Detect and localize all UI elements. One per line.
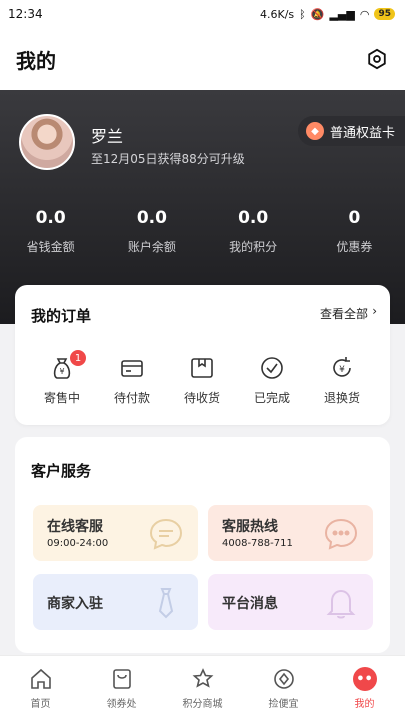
tab-label: 积分商城 (182, 699, 223, 710)
signal-icon: ▂▄▆ (329, 7, 355, 21)
status-time: 12:34 (8, 7, 43, 21)
stat-value: 0.0 (238, 208, 269, 228)
bell-icon (326, 589, 356, 619)
bottom-tab-bar: 首页 领券处 积分商城 捡便宜 •• 我的 (0, 655, 405, 720)
me-icon: •• (352, 667, 377, 691)
tie-icon (158, 588, 174, 619)
order-pending-receipt[interactable]: 待收货 (167, 355, 237, 406)
stat-label: 账户余额 (127, 240, 176, 254)
order-count-badge: 1 (70, 350, 86, 366)
wallet-icon (121, 360, 143, 377)
coupon-bag-icon (112, 669, 131, 689)
tab-coupons[interactable]: 领券处 (81, 656, 162, 720)
tab-points-mall[interactable]: 积分商城 (162, 656, 243, 720)
online-service-button[interactable]: 在线客服 09:00-24:00 (33, 505, 198, 561)
stat-value: 0.0 (35, 208, 66, 228)
wifi-icon: ◠ (359, 7, 370, 21)
stat-label: 省钱金额 (26, 240, 75, 254)
order-label: 待收货 (183, 391, 220, 405)
upgrade-tip: 至12月05日获得88分可升级 (91, 152, 245, 166)
tab-me[interactable]: •• 我的 (324, 656, 405, 720)
orders-card: 我的订单 查看全部 › ¥ 1 寄售中 待付款 待收货 已完成 ¥ 退换货 (15, 285, 390, 425)
chat-icon (149, 518, 183, 550)
stat-label: 优惠券 (336, 240, 373, 254)
merchant-join-button[interactable]: 商家入驻 (33, 574, 198, 630)
order-label: 退换货 (323, 391, 360, 405)
order-consigning[interactable]: ¥ 1 寄售中 (27, 350, 97, 406)
stat-label: 我的积分 (229, 240, 278, 254)
tab-label: 领券处 (106, 699, 137, 710)
tab-home[interactable]: 首页 (0, 656, 81, 720)
page-title: 我的 (16, 48, 56, 73)
customer-service-card: 客户服务 在线客服 09:00-24:00 客服热线 4008-788-711 … (15, 437, 390, 653)
stats-row: 0.0 省钱金额 0.0 账户余额 0.0 我的积分 0 优惠券 (0, 208, 405, 255)
order-label: 已完成 (253, 391, 290, 405)
stat-coupons[interactable]: 0 优惠券 (304, 208, 405, 255)
order-status-row: ¥ 1 寄售中 待付款 待收货 已完成 ¥ 退换货 (15, 350, 390, 406)
package-icon (191, 358, 213, 378)
stat-savings[interactable]: 0.0 省钱金额 (0, 208, 101, 255)
user-name[interactable]: 罗兰 (91, 123, 123, 147)
member-card-label: 普通权益卡 (329, 125, 395, 141)
mute-icon: 🔕 (310, 7, 325, 21)
svg-text:¥: ¥ (339, 365, 345, 375)
bluetooth-icon: ᛒ (299, 7, 306, 21)
service-hours: 09:00-24:00 (47, 538, 109, 549)
view-all-orders-link[interactable]: 查看全部 (320, 305, 368, 322)
chevron-right-icon[interactable]: › (372, 304, 377, 318)
member-card-button[interactable]: ◆ 普通权益卡 (297, 116, 405, 146)
order-label: 寄售中 (43, 391, 80, 405)
service-name: 平台消息 (222, 596, 278, 612)
check-circle-icon (261, 357, 283, 379)
service-hotline-button[interactable]: 客服热线 4008-788-711 (208, 505, 373, 561)
refund-icon: ¥ (333, 357, 351, 377)
tab-label: 捡便宜 (268, 699, 299, 710)
battery-indicator: 95 (374, 8, 395, 20)
avatar[interactable] (19, 114, 75, 170)
hotline-number: 4008-788-711 (222, 538, 293, 549)
stat-value: 0.0 (136, 208, 167, 228)
stat-value: 0 (348, 208, 361, 228)
points-mall-icon (192, 668, 213, 688)
stat-points[interactable]: 0.0 我的积分 (203, 208, 304, 255)
status-bar: 12:34 4.6K/s ᛒ 🔕 ▂▄▆ ◠ 95 (0, 0, 405, 28)
order-completed[interactable]: 已完成 (237, 355, 307, 406)
home-icon (30, 668, 51, 689)
bargain-icon (273, 669, 294, 689)
page-header: 我的 (0, 28, 405, 90)
tab-label: 首页 (30, 699, 51, 710)
order-label: 待付款 (113, 391, 150, 405)
service-name: 客服热线 (222, 519, 278, 535)
service-name: 在线客服 (47, 519, 103, 535)
order-returns[interactable]: ¥ 退换货 (307, 355, 377, 406)
chat-icon (324, 518, 358, 550)
service-name: 商家入驻 (47, 596, 103, 612)
tab-bargains[interactable]: 捡便宜 (243, 656, 324, 720)
network-speed: 4.6K/s (260, 7, 295, 21)
gear-icon[interactable] (365, 47, 389, 71)
tab-label: 我的 (354, 699, 375, 710)
stat-balance[interactable]: 0.0 账户余额 (101, 208, 202, 255)
platform-messages-button[interactable]: 平台消息 (208, 574, 373, 630)
svg-text:¥: ¥ (59, 367, 64, 376)
service-title: 客户服务 (31, 462, 92, 480)
member-badge-icon: ◆ (305, 122, 324, 140)
status-icons: 4.6K/s ᛒ 🔕 ▂▄▆ ◠ 95 (260, 8, 395, 21)
order-pending-payment[interactable]: 待付款 (97, 355, 167, 406)
orders-title: 我的订单 (31, 307, 92, 325)
